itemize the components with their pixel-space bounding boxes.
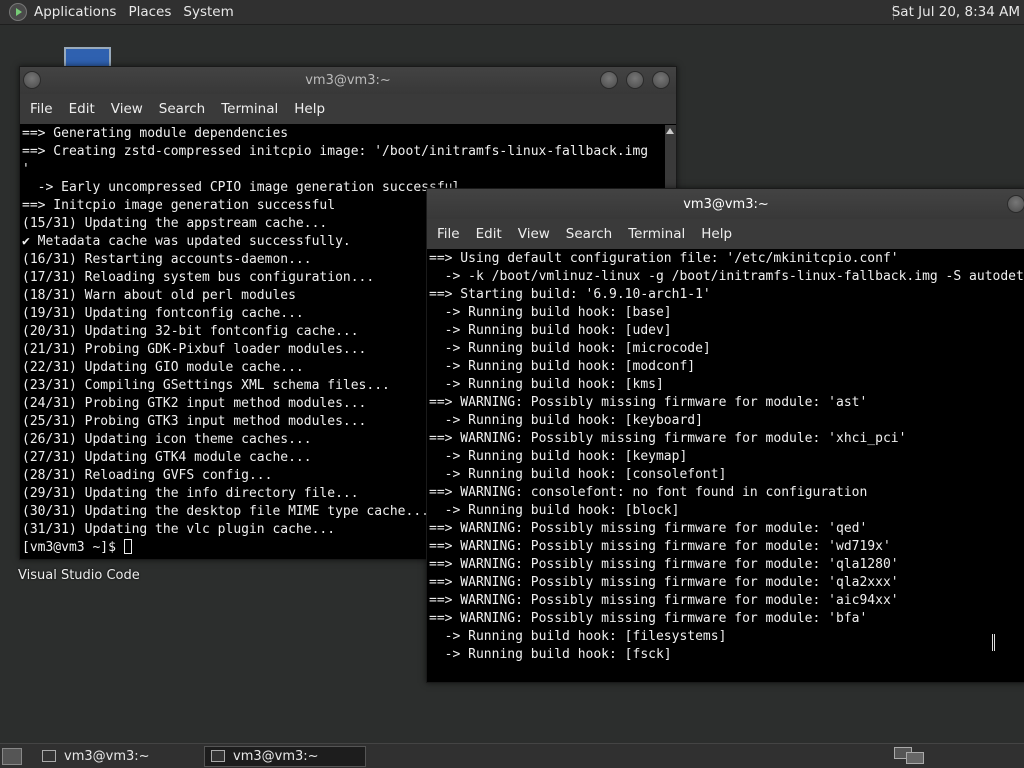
desktop-icon-label[interactable]: Visual Studio Code — [18, 568, 140, 583]
terminal-line: ==> WARNING: Possibly missing firmware f… — [429, 539, 891, 554]
terminal-line: ==> WARNING: Possibly missing firmware f… — [429, 575, 899, 590]
terminal-line: -> -k /boot/vmlinuz-linux -g /boot/initr… — [429, 269, 1024, 284]
terminal-line: -> Running build hook: [base] — [429, 305, 672, 320]
terminal-window-front[interactable]: vm3@vm3:~ File Edit View Search Terminal… — [426, 188, 1024, 683]
taskbar-item-label: vm3@vm3:~ — [233, 748, 319, 764]
terminal-line: ==> Generating module dependencies — [22, 126, 289, 141]
minimize-icon[interactable] — [600, 71, 618, 89]
clock[interactable]: Sat Jul 20, 8:34 AM — [892, 0, 1024, 25]
menu-help[interactable]: Help — [693, 226, 740, 242]
terminal-line: ==> WARNING: Possibly missing firmware f… — [429, 431, 907, 446]
terminal-line: -> Running build hook: [microcode] — [429, 341, 711, 356]
taskbar-item-active[interactable]: vm3@vm3:~ — [204, 745, 366, 767]
bottom-panel: vm3@vm3:~ vm3@vm3:~ — [0, 743, 1024, 768]
top-panel: Applications Places System Sat Jul 20, 8… — [0, 0, 1024, 25]
terminal-line: -> Running build hook: [udev] — [429, 323, 672, 338]
terminal-icon — [211, 750, 225, 762]
menu-file[interactable]: File — [22, 101, 61, 117]
window-titlebar[interactable]: vm3@vm3:~ — [427, 189, 1024, 219]
menu-view[interactable]: View — [510, 226, 558, 242]
vscode-desktop-icon[interactable] — [64, 47, 111, 67]
terminal-line: ==> WARNING: Possibly missing firmware f… — [429, 611, 868, 626]
distro-logo-icon[interactable] — [9, 3, 27, 21]
taskbar-item-label: vm3@vm3:~ — [64, 748, 150, 764]
menu-places[interactable]: Places — [125, 4, 180, 20]
window-menu-icon[interactable] — [23, 71, 41, 89]
menu-edit[interactable]: Edit — [468, 226, 510, 242]
menu-search[interactable]: Search — [558, 226, 620, 242]
terminal-line: -> Running build hook: [consolefont] — [429, 467, 727, 482]
terminal-line: -> Running build hook: [filesystems] — [429, 629, 727, 644]
prompt-text: [vm3@vm3 ~]$ — [22, 540, 124, 555]
close-icon[interactable] — [1007, 195, 1024, 213]
menu-applications[interactable]: Applications — [31, 4, 125, 20]
terminal-line: ==> Creating zstd-compressed initcpio im… — [22, 144, 649, 159]
menu-search[interactable]: Search — [151, 101, 213, 117]
taskbar-item[interactable]: vm3@vm3:~ — [36, 746, 198, 767]
terminal-line: -> Running build hook: [kms] — [429, 377, 664, 392]
menu-terminal[interactable]: Terminal — [620, 226, 693, 242]
terminal-line: ==> WARNING: consolefont: no font found … — [429, 485, 868, 500]
terminal-line: ==> WARNING: Possibly missing firmware f… — [429, 521, 868, 536]
terminal-line: ' — [22, 162, 30, 177]
workspace-switcher-icon[interactable] — [894, 747, 928, 766]
window-titlebar[interactable]: vm3@vm3:~ — [20, 67, 676, 94]
ibeam-cursor-icon — [992, 634, 995, 651]
menu-view[interactable]: View — [103, 101, 151, 117]
terminal-menubar: File Edit View Search Terminal Help — [427, 219, 1024, 249]
scroll-up-arrow-icon[interactable] — [666, 128, 674, 134]
show-desktop-icon[interactable] — [2, 747, 22, 765]
terminal-line: -> Running build hook: [fsck] — [429, 647, 672, 662]
terminal-line: ==> WARNING: Possibly missing firmware f… — [429, 593, 899, 608]
menu-terminal[interactable]: Terminal — [213, 101, 286, 117]
terminal-line: ==> WARNING: Possibly missing firmware f… — [429, 557, 899, 572]
close-icon[interactable] — [652, 71, 670, 89]
maximize-icon[interactable] — [626, 71, 644, 89]
terminal-line: -> Running build hook: [keyboard] — [429, 413, 703, 428]
terminal-line: -> Running build hook: [keymap] — [429, 449, 688, 464]
terminal-line: ==> WARNING: Possibly missing firmware f… — [429, 395, 868, 410]
terminal-icon — [42, 750, 56, 762]
menu-system[interactable]: System — [180, 4, 242, 20]
terminal-output[interactable]: ==> Using default configuration file: '/… — [427, 249, 1024, 682]
terminal-line: -> Running build hook: [block] — [429, 503, 680, 518]
terminal-menubar: File Edit View Search Terminal Help — [20, 94, 676, 124]
terminal-line: ==> Starting build: '6.9.10-arch1-1' — [429, 287, 711, 302]
text-cursor — [123, 539, 132, 554]
window-title: vm3@vm3:~ — [683, 196, 769, 212]
menu-edit[interactable]: Edit — [61, 101, 103, 117]
terminal-line: -> Running build hook: [modconf] — [429, 359, 696, 374]
terminal-line: ==> Using default configuration file: '/… — [429, 251, 899, 266]
menu-file[interactable]: File — [429, 226, 468, 242]
menu-help[interactable]: Help — [286, 101, 333, 117]
window-title: vm3@vm3:~ — [305, 73, 391, 88]
